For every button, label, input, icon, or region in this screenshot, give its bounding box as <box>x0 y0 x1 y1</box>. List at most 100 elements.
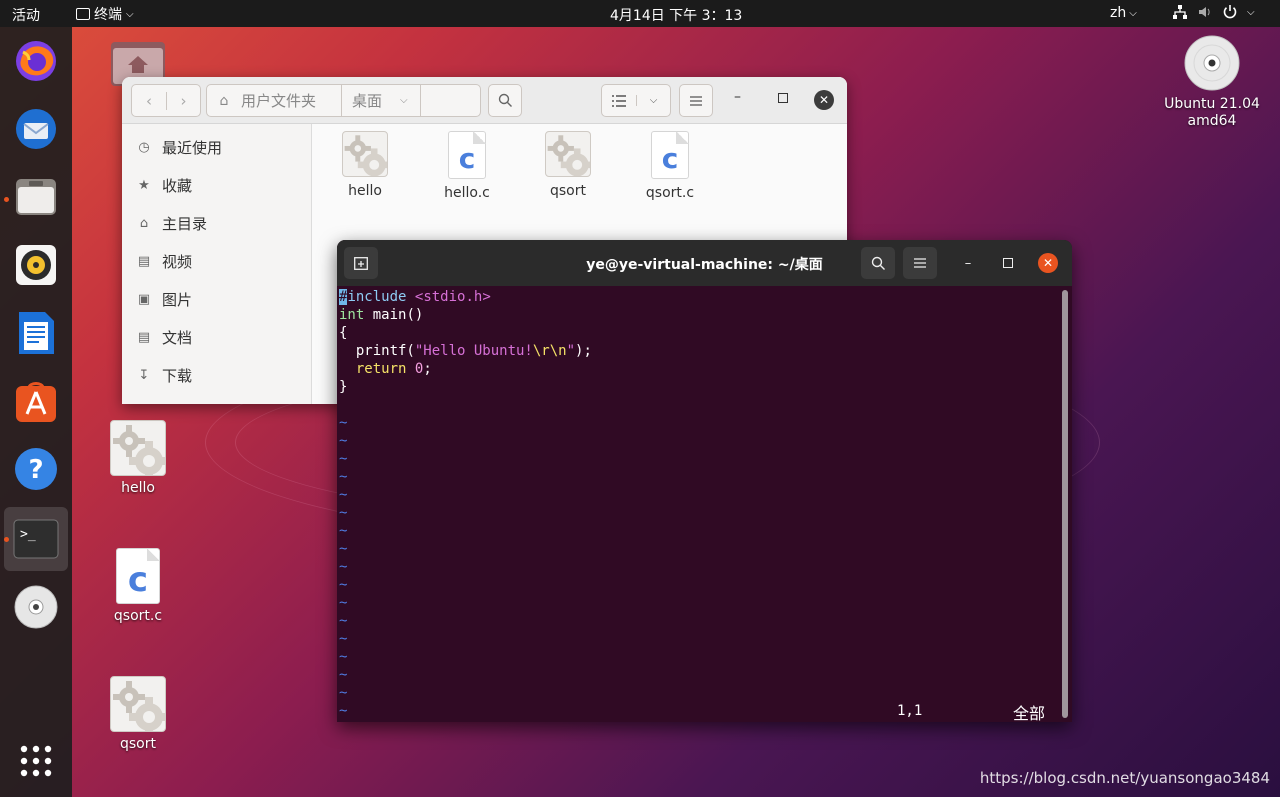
optical-disc-icon[interactable] <box>12 583 60 631</box>
optical-disc-icon <box>1184 35 1240 91</box>
menu-button[interactable] <box>903 247 937 279</box>
activities-button[interactable]: 活动 <box>12 5 40 25</box>
breadcrumb-spacer <box>419 85 480 116</box>
chevron-down-icon: ⌵ <box>1247 6 1255 18</box>
forward-button[interactable]: › <box>165 91 200 110</box>
drive-label: Ubuntu 21.04 amd64 <box>1164 96 1260 129</box>
files-icon[interactable] <box>12 173 60 221</box>
desktop-icon-qsort[interactable]: qsort <box>90 676 186 753</box>
empty-line-marker: ~ <box>339 541 348 557</box>
running-indicator <box>4 537 9 542</box>
search-button[interactable] <box>488 84 522 117</box>
terminal-icon[interactable]: >_ <box>12 515 60 563</box>
sidebar-item-label: 视频 <box>162 252 193 271</box>
view-options-button[interactable]: ⌵ <box>635 95 670 106</box>
file-item-qsort-c[interactable]: c qsort.c <box>625 131 715 201</box>
empty-line-marker: ~ <box>339 433 348 449</box>
breadcrumb-item-home[interactable]: 用户文件夹 <box>241 90 341 111</box>
libreoffice-writer-icon[interactable] <box>12 309 60 357</box>
empty-line-marker: ~ <box>339 415 348 431</box>
minimize-button[interactable]: – <box>958 253 978 273</box>
cursor-position: 1,1 <box>897 703 923 719</box>
empty-line-marker: ~ <box>339 487 348 503</box>
network-icon <box>1173 5 1187 19</box>
clock[interactable]: 4月14日 下午 3：13 <box>610 5 742 25</box>
top-bar: 活动 终端 ⌵ 4月14日 下午 3：13 zh ⌵ ⌵ <box>0 0 1280 27</box>
running-indicator <box>4 197 9 202</box>
app-menu-label: 终端 <box>94 7 122 23</box>
breadcrumb-current-label: 桌面 <box>352 92 383 110</box>
maximize-icon <box>1003 258 1013 268</box>
sidebar-item-label: 最近使用 <box>162 138 223 157</box>
menu-button[interactable] <box>679 84 713 117</box>
desktop-drive-icon[interactable]: Ubuntu 21.04 amd64 <box>1164 34 1260 130</box>
hamburger-icon <box>690 95 702 106</box>
empty-line-marker: ~ <box>339 703 348 719</box>
terminal-headerbar: ye@ye-virtual-machine: ~/桌面 – ✕ <box>337 240 1072 286</box>
code-line: { <box>339 325 348 341</box>
terminal-window: ye@ye-virtual-machine: ~/桌面 – ✕ #include… <box>337 240 1072 722</box>
sidebar-item-home[interactable]: ⌂ 主目录 <box>122 204 311 242</box>
maximize-button[interactable] <box>778 93 788 103</box>
sidebar-item-documents[interactable]: ▤ 文档 <box>122 318 311 356</box>
file-item-label: hello <box>348 183 382 199</box>
watermark: https://blog.csdn.net/yuansongao3484 <box>979 769 1270 787</box>
file-item-hello-c[interactable]: c hello.c <box>422 131 512 201</box>
show-applications-icon[interactable] <box>12 737 60 785</box>
vim-buffer[interactable]: #include <stdio.h> int main() { printf("… <box>339 288 592 720</box>
input-method-indicator[interactable]: zh ⌵ <box>1110 5 1137 21</box>
breadcrumb-item-desktop[interactable]: 桌面 ⌵ <box>341 85 408 116</box>
code-token: main() <box>364 307 424 323</box>
close-button[interactable]: ✕ <box>1038 253 1058 273</box>
scrollbar[interactable] <box>1062 290 1068 718</box>
back-button[interactable]: ‹ <box>132 92 166 110</box>
sidebar-item-label: 文档 <box>162 328 193 347</box>
search-button[interactable] <box>861 247 895 279</box>
desktop-icon-hello[interactable]: hello <box>90 420 186 497</box>
home-icon: ⌂ <box>139 215 149 231</box>
code-token: <stdio.h> <box>414 289 491 305</box>
help-icon[interactable]: ? <box>12 445 60 493</box>
desktop-icon-qsort-c[interactable]: c qsort.c <box>90 548 186 625</box>
list-view-button[interactable] <box>602 94 636 107</box>
sidebar-item-downloads[interactable]: ↧ 下载 <box>122 356 311 394</box>
code-token: include <box>347 289 407 305</box>
firefox-icon[interactable] <box>12 37 60 85</box>
app-menu[interactable]: 终端 ⌵ <box>76 4 134 24</box>
sidebar-item-recent[interactable]: ◷ 最近使用 <box>122 128 311 166</box>
empty-line-marker: ~ <box>339 649 348 665</box>
list-icon <box>611 94 626 107</box>
close-button[interactable]: ✕ <box>814 90 834 110</box>
empty-line-marker: ~ <box>339 469 348 485</box>
sidebar-item-pictures[interactable]: ▣ 图片 <box>122 280 311 318</box>
star-icon: ★ <box>138 177 150 193</box>
code-token: int <box>339 307 365 323</box>
search-icon <box>498 93 512 107</box>
search-icon <box>871 256 885 270</box>
download-icon: ↧ <box>138 367 150 383</box>
clock-icon: ◷ <box>138 139 150 155</box>
minimize-button[interactable]: – <box>734 89 741 105</box>
rhythmbox-icon[interactable] <box>12 241 60 289</box>
svg-text:>_: >_ <box>20 527 36 542</box>
c-source-icon: c <box>116 548 160 604</box>
executable-icon <box>110 676 166 732</box>
film-icon: ▤ <box>137 253 151 269</box>
code-line: } <box>339 379 348 395</box>
thunderbird-icon[interactable] <box>12 105 60 153</box>
home-icon: ⌂ <box>219 92 229 109</box>
maximize-button[interactable] <box>998 253 1018 273</box>
sidebar-item-starred[interactable]: ★ 收藏 <box>122 166 311 204</box>
file-item-hello[interactable]: hello <box>320 131 410 199</box>
empty-line-marker: ~ <box>339 631 348 647</box>
software-center-icon[interactable] <box>12 377 60 425</box>
svg-text:?: ? <box>28 455 43 485</box>
c-source-icon: c <box>448 131 486 179</box>
file-item-qsort[interactable]: qsort <box>523 131 613 199</box>
language-label: zh <box>1110 5 1127 21</box>
sidebar-item-videos[interactable]: ▤ 视频 <box>122 242 311 280</box>
system-tray[interactable]: ⌵ <box>1172 4 1255 20</box>
sidebar-item-label: 主目录 <box>162 214 208 233</box>
chevron-down-icon: ⌵ <box>126 8 134 20</box>
empty-line-marker: ~ <box>339 595 348 611</box>
